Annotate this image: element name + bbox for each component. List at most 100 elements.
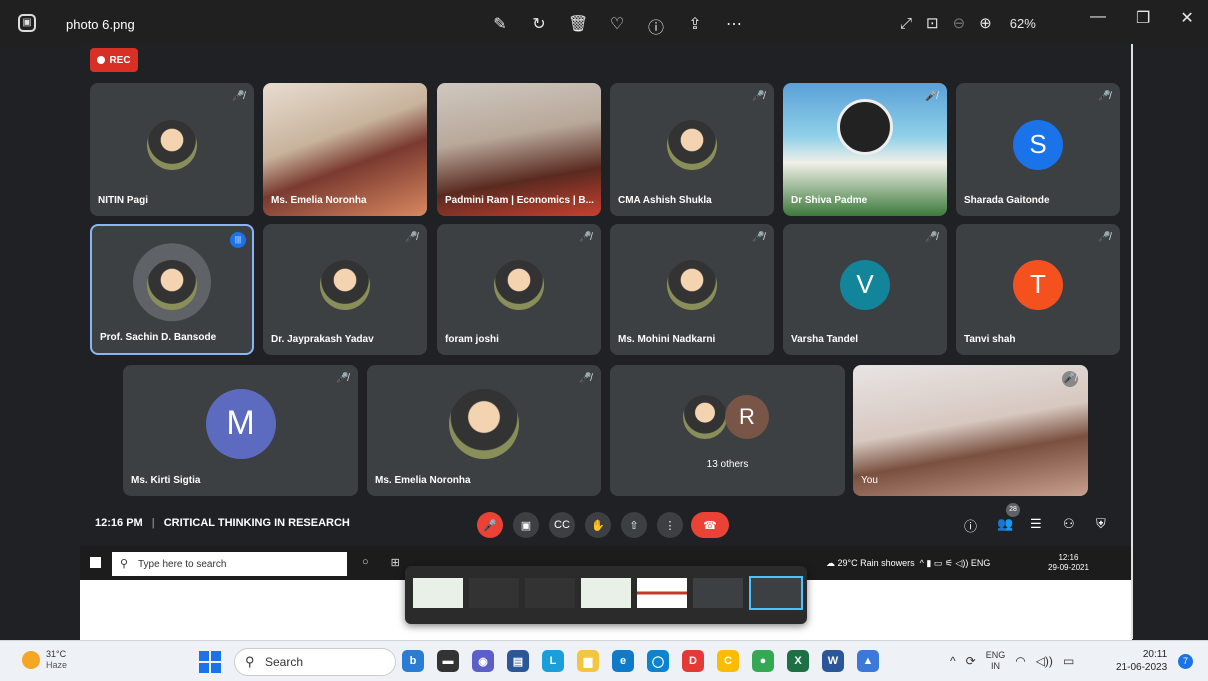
l-app-icon[interactable]: L (542, 650, 564, 672)
participant-tile[interactable]: 🎤̸ Dr. Jayprakash Yadav (263, 224, 427, 355)
clock[interactable]: 20:11 21-06-2023 (1116, 648, 1167, 674)
participant-tile[interactable]: 🎤̸ Ms. Mohini Nadkarni (610, 224, 774, 355)
obs-logo (837, 99, 893, 155)
participant-tile-active[interactable]: ||| Prof. Sachin D. Bansode (90, 224, 254, 355)
participant-name: Dr Shiva Padme (791, 195, 868, 206)
avatar (494, 259, 544, 310)
close-button[interactable]: ✕ (1180, 8, 1193, 28)
language-indicator[interactable]: ENG IN (986, 650, 1006, 672)
mic-off-button[interactable]: 🎤 (477, 512, 503, 538)
participant-tile[interactable]: 🎤̸ S Sharada Gaitonde (956, 83, 1120, 216)
thumbnail[interactable] (581, 578, 631, 608)
participant-tile[interactable]: 🎤̸ T Tanvi shah (956, 224, 1120, 355)
avatar (683, 395, 727, 439)
battery-icon[interactable]: ▭ (1063, 654, 1074, 668)
thumbnail[interactable] (469, 578, 519, 608)
participant-tile[interactable]: 🎤̸ Ms. Emelia Noronha (367, 365, 601, 496)
others-tile[interactable]: R 13 others (610, 365, 845, 496)
people-icon[interactable]: 👥 (997, 516, 1013, 532)
tray-app-icon[interactable]: ⟳ (966, 654, 976, 668)
taskbar-search[interactable]: ⚲ Search (234, 648, 396, 676)
app-icon[interactable]: ◯ (647, 650, 669, 672)
file-explorer-icon[interactable]: ▆ (577, 650, 599, 672)
expand-icon[interactable]: ⤢ (900, 15, 912, 32)
leave-call-button[interactable]: ☎ (691, 512, 729, 538)
avatar-initial: T (1013, 259, 1063, 310)
word-icon[interactable]: W (822, 650, 844, 672)
sun-haze-icon (22, 651, 40, 669)
windows-start-button[interactable] (199, 651, 221, 673)
zoom-in-icon[interactable]: ⊕ (979, 14, 992, 32)
edit-icon[interactable]: ✎ (490, 14, 510, 38)
participant-name: Dr. Jayprakash Yadav (271, 334, 374, 345)
participant-tile[interactable]: 🎤̸ NITIN Pagi (90, 83, 254, 216)
thumbnail-selected[interactable] (749, 576, 803, 610)
weather-widget[interactable]: 31°C Haze (22, 649, 67, 671)
avatar-initial: S (1013, 119, 1063, 170)
more-options-button[interactable]: ⋮ (657, 512, 683, 538)
wifi-icon[interactable]: ◠ (1015, 654, 1025, 668)
file-name: photo 6.png (66, 17, 135, 32)
excel-icon[interactable]: X (787, 650, 809, 672)
captured-search-box: ⚲ Type here to search (112, 552, 347, 576)
actual-size-icon[interactable]: ⊡ (926, 14, 939, 32)
avatar (147, 119, 197, 170)
chrome-profile-c-icon[interactable]: C (717, 650, 739, 672)
bing-icon[interactable]: b (402, 650, 424, 672)
captions-button[interactable]: CC (549, 512, 575, 538)
participant-video[interactable]: Padmini Ram | Economics | B... (437, 83, 601, 216)
store-icon[interactable]: ▤ (507, 650, 529, 672)
self-video[interactable]: 🎤̸ You (853, 365, 1088, 496)
volume-icon[interactable]: ◁)) (1036, 654, 1053, 668)
info-icon[interactable]: ⓘ (646, 14, 666, 38)
mic-off-icon: 🎤̸ (925, 232, 938, 243)
edge-icon[interactable]: e (612, 650, 634, 672)
meet-control-bar: 12:16 PM | CRITICAL THINKING IN RESEARCH… (80, 503, 1132, 544)
zoom-out-icon[interactable]: ⊖ (953, 14, 966, 32)
participant-tile[interactable]: 🎤̸ CMA Ashish Shukla (610, 83, 774, 216)
notification-badge[interactable]: 7 (1178, 654, 1193, 669)
participant-name: Ms. Mohini Nadkarni (618, 334, 716, 345)
restore-button[interactable]: ❐ (1136, 8, 1150, 28)
chrome-profile-icon[interactable]: ● (752, 650, 774, 672)
camera-button[interactable]: ▣ (513, 512, 539, 538)
delete-icon[interactable]: 🗑 (568, 14, 588, 38)
share-icon[interactable]: ⇪ (685, 14, 705, 38)
participant-name: Varsha Tandel (791, 334, 859, 345)
present-button[interactable]: ⇧ (621, 512, 647, 538)
chrome-profile-d-icon[interactable]: D (682, 650, 704, 672)
captured-clock: 12:16 29-09-2021 (1048, 553, 1089, 572)
minimize-button[interactable]: — (1090, 8, 1106, 28)
thumbnail[interactable] (637, 578, 687, 608)
windows-start-icon (90, 557, 101, 568)
host-controls-icon[interactable]: ⛨ (1096, 516, 1106, 532)
thumbnail[interactable] (525, 578, 575, 608)
photos-icon[interactable]: ▲ (857, 650, 879, 672)
participant-tile[interactable]: 🎤̸ foram joshi (437, 224, 601, 355)
chat-icon[interactable]: ☰ (1030, 516, 1042, 532)
captured-weather: ☁ 29°C Rain showers ^ ▮ ▭ ⚟ ◁)) ENG (826, 558, 991, 568)
activities-icon[interactable]: ⚇ (1063, 516, 1075, 532)
heart-icon[interactable]: ♡ (607, 14, 627, 38)
thumbnail[interactable] (693, 578, 743, 608)
participant-video[interactable]: 🎤̸ Dr Shiva Padme (783, 83, 947, 216)
meeting-details-icon[interactable]: ⓘ (964, 516, 977, 535)
teams-chat-icon[interactable]: ◉ (472, 650, 494, 672)
chevron-up-icon[interactable]: ^ (950, 654, 956, 668)
photos-app-icon: ▣ (18, 14, 36, 32)
mic-off-icon: 🎤̸ (579, 373, 592, 384)
participant-name: Ms. Emelia Noronha (375, 475, 471, 486)
more-icon[interactable]: ⋯ (724, 14, 744, 38)
participant-tile[interactable]: 🎤̸ M Ms. Kirti Sigtia (123, 365, 358, 496)
zoom-level: 62% (1009, 15, 1036, 31)
participant-tile[interactable]: 🎤̸ V Varsha Tandel (783, 224, 947, 355)
thumbnail[interactable] (413, 578, 463, 608)
mic-off-icon: 🎤̸ (1098, 232, 1111, 243)
participant-video[interactable]: Ms. Emelia Noronha (263, 83, 427, 216)
rotate-icon[interactable]: ↻ (529, 14, 549, 38)
search-icon: ⚲ (245, 654, 255, 669)
raise-hand-button[interactable]: ✋ (585, 512, 611, 538)
task-view-icon[interactable]: ▬ (437, 650, 459, 672)
recording-badge: REC (90, 48, 138, 72)
avatar (667, 119, 717, 170)
